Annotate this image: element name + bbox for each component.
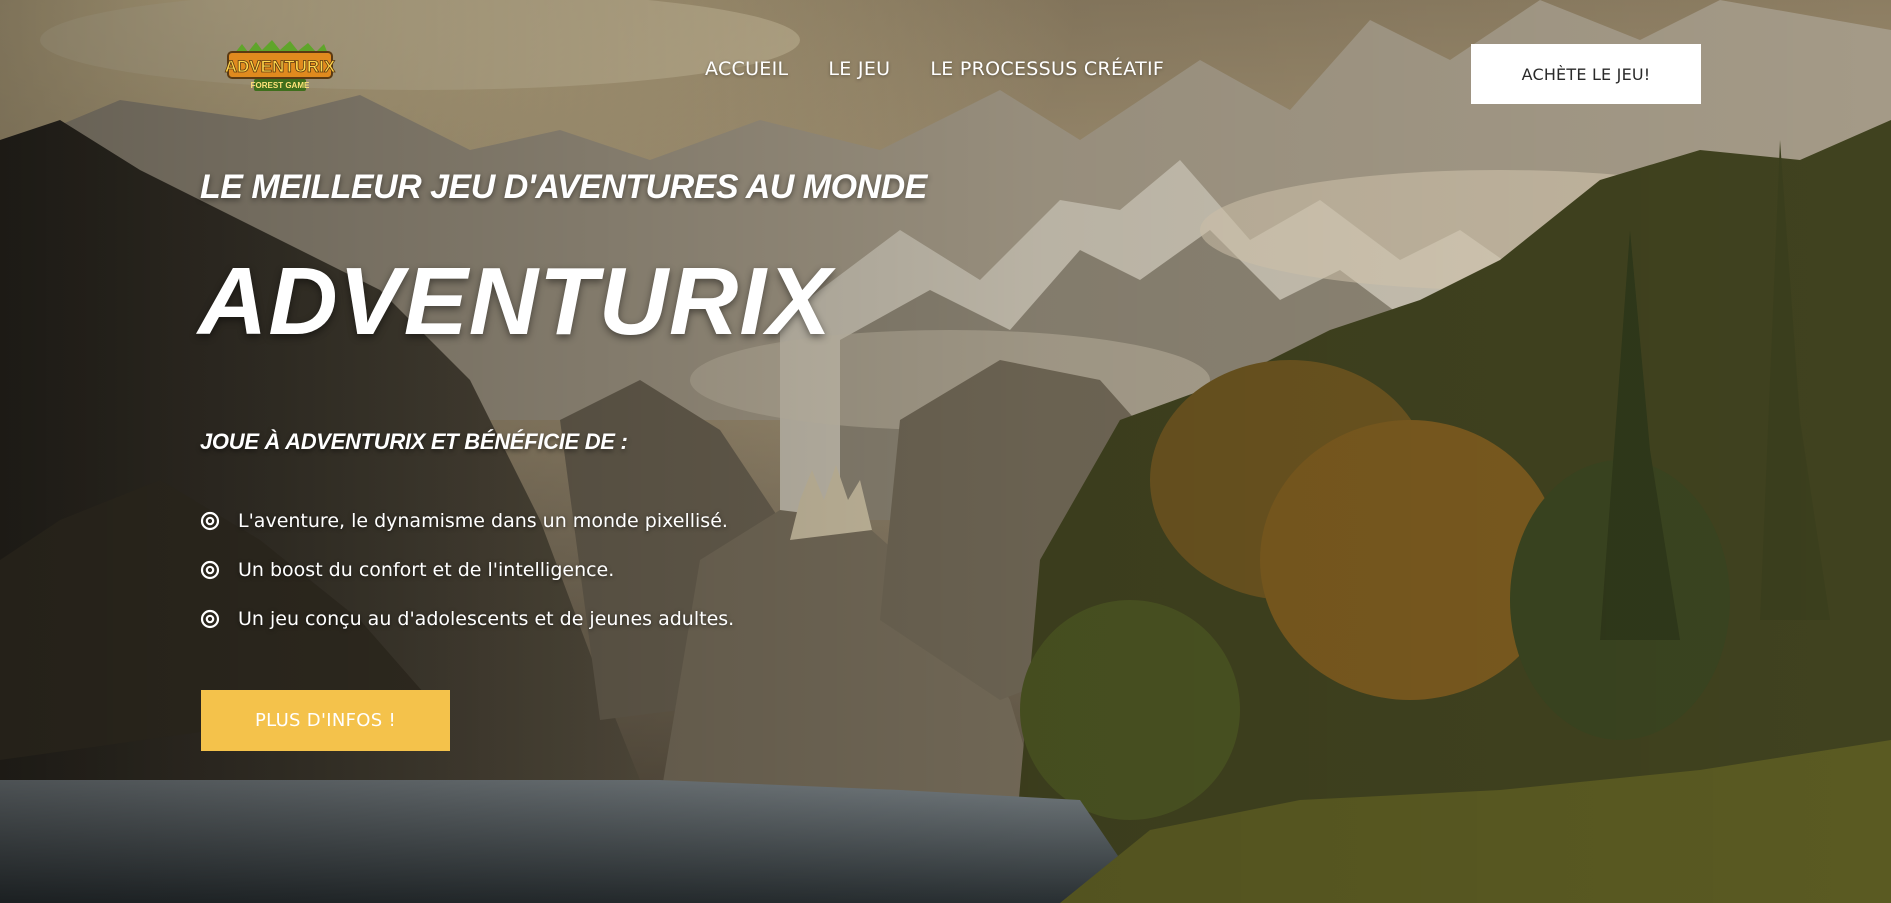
benefits-heading: JOUE À ADVENTURIX ET BÉNÉFICIE DE :: [200, 429, 628, 454]
nav-item-processus-creatif[interactable]: LE PROCESSUS CRÉATIF: [930, 58, 1164, 80]
list-item: Un jeu conçu au d'adolescents et de jeun…: [200, 594, 734, 643]
main-navigation: ACCUEIL LE JEU LE PROCESSUS CRÉATIF: [705, 58, 1164, 80]
benefit-text: Un boost du confort et de l'intelligence…: [238, 558, 615, 581]
nav-item-le-jeu[interactable]: LE JEU: [828, 58, 890, 80]
target-icon: [200, 511, 220, 531]
more-info-button[interactable]: PLUS D'INFOS !: [201, 690, 450, 751]
buy-game-button[interactable]: ACHÈTE LE JEU!: [1471, 44, 1701, 104]
hero-title: ADVENTURIX: [198, 248, 833, 355]
svg-text:ADVENTURIX: ADVENTURIX: [225, 57, 336, 76]
hero-subtitle: LE MEILLEUR JEU D'AVENTURES AU MONDE: [200, 168, 927, 206]
nav-item-accueil[interactable]: ACCUEIL: [705, 58, 788, 80]
list-item: L'aventure, le dynamisme dans un monde p…: [200, 496, 734, 545]
adventurix-logo[interactable]: ADVENTURIX FOREST GAME: [224, 38, 336, 96]
target-icon: [200, 560, 220, 580]
benefits-list: L'aventure, le dynamisme dans un monde p…: [200, 496, 734, 643]
list-item: Un boost du confort et de l'intelligence…: [200, 545, 734, 594]
svg-text:FOREST GAME: FOREST GAME: [251, 81, 310, 90]
target-icon: [200, 609, 220, 629]
benefit-text: Un jeu conçu au d'adolescents et de jeun…: [238, 607, 735, 630]
benefit-text: L'aventure, le dynamisme dans un monde p…: [238, 509, 728, 532]
